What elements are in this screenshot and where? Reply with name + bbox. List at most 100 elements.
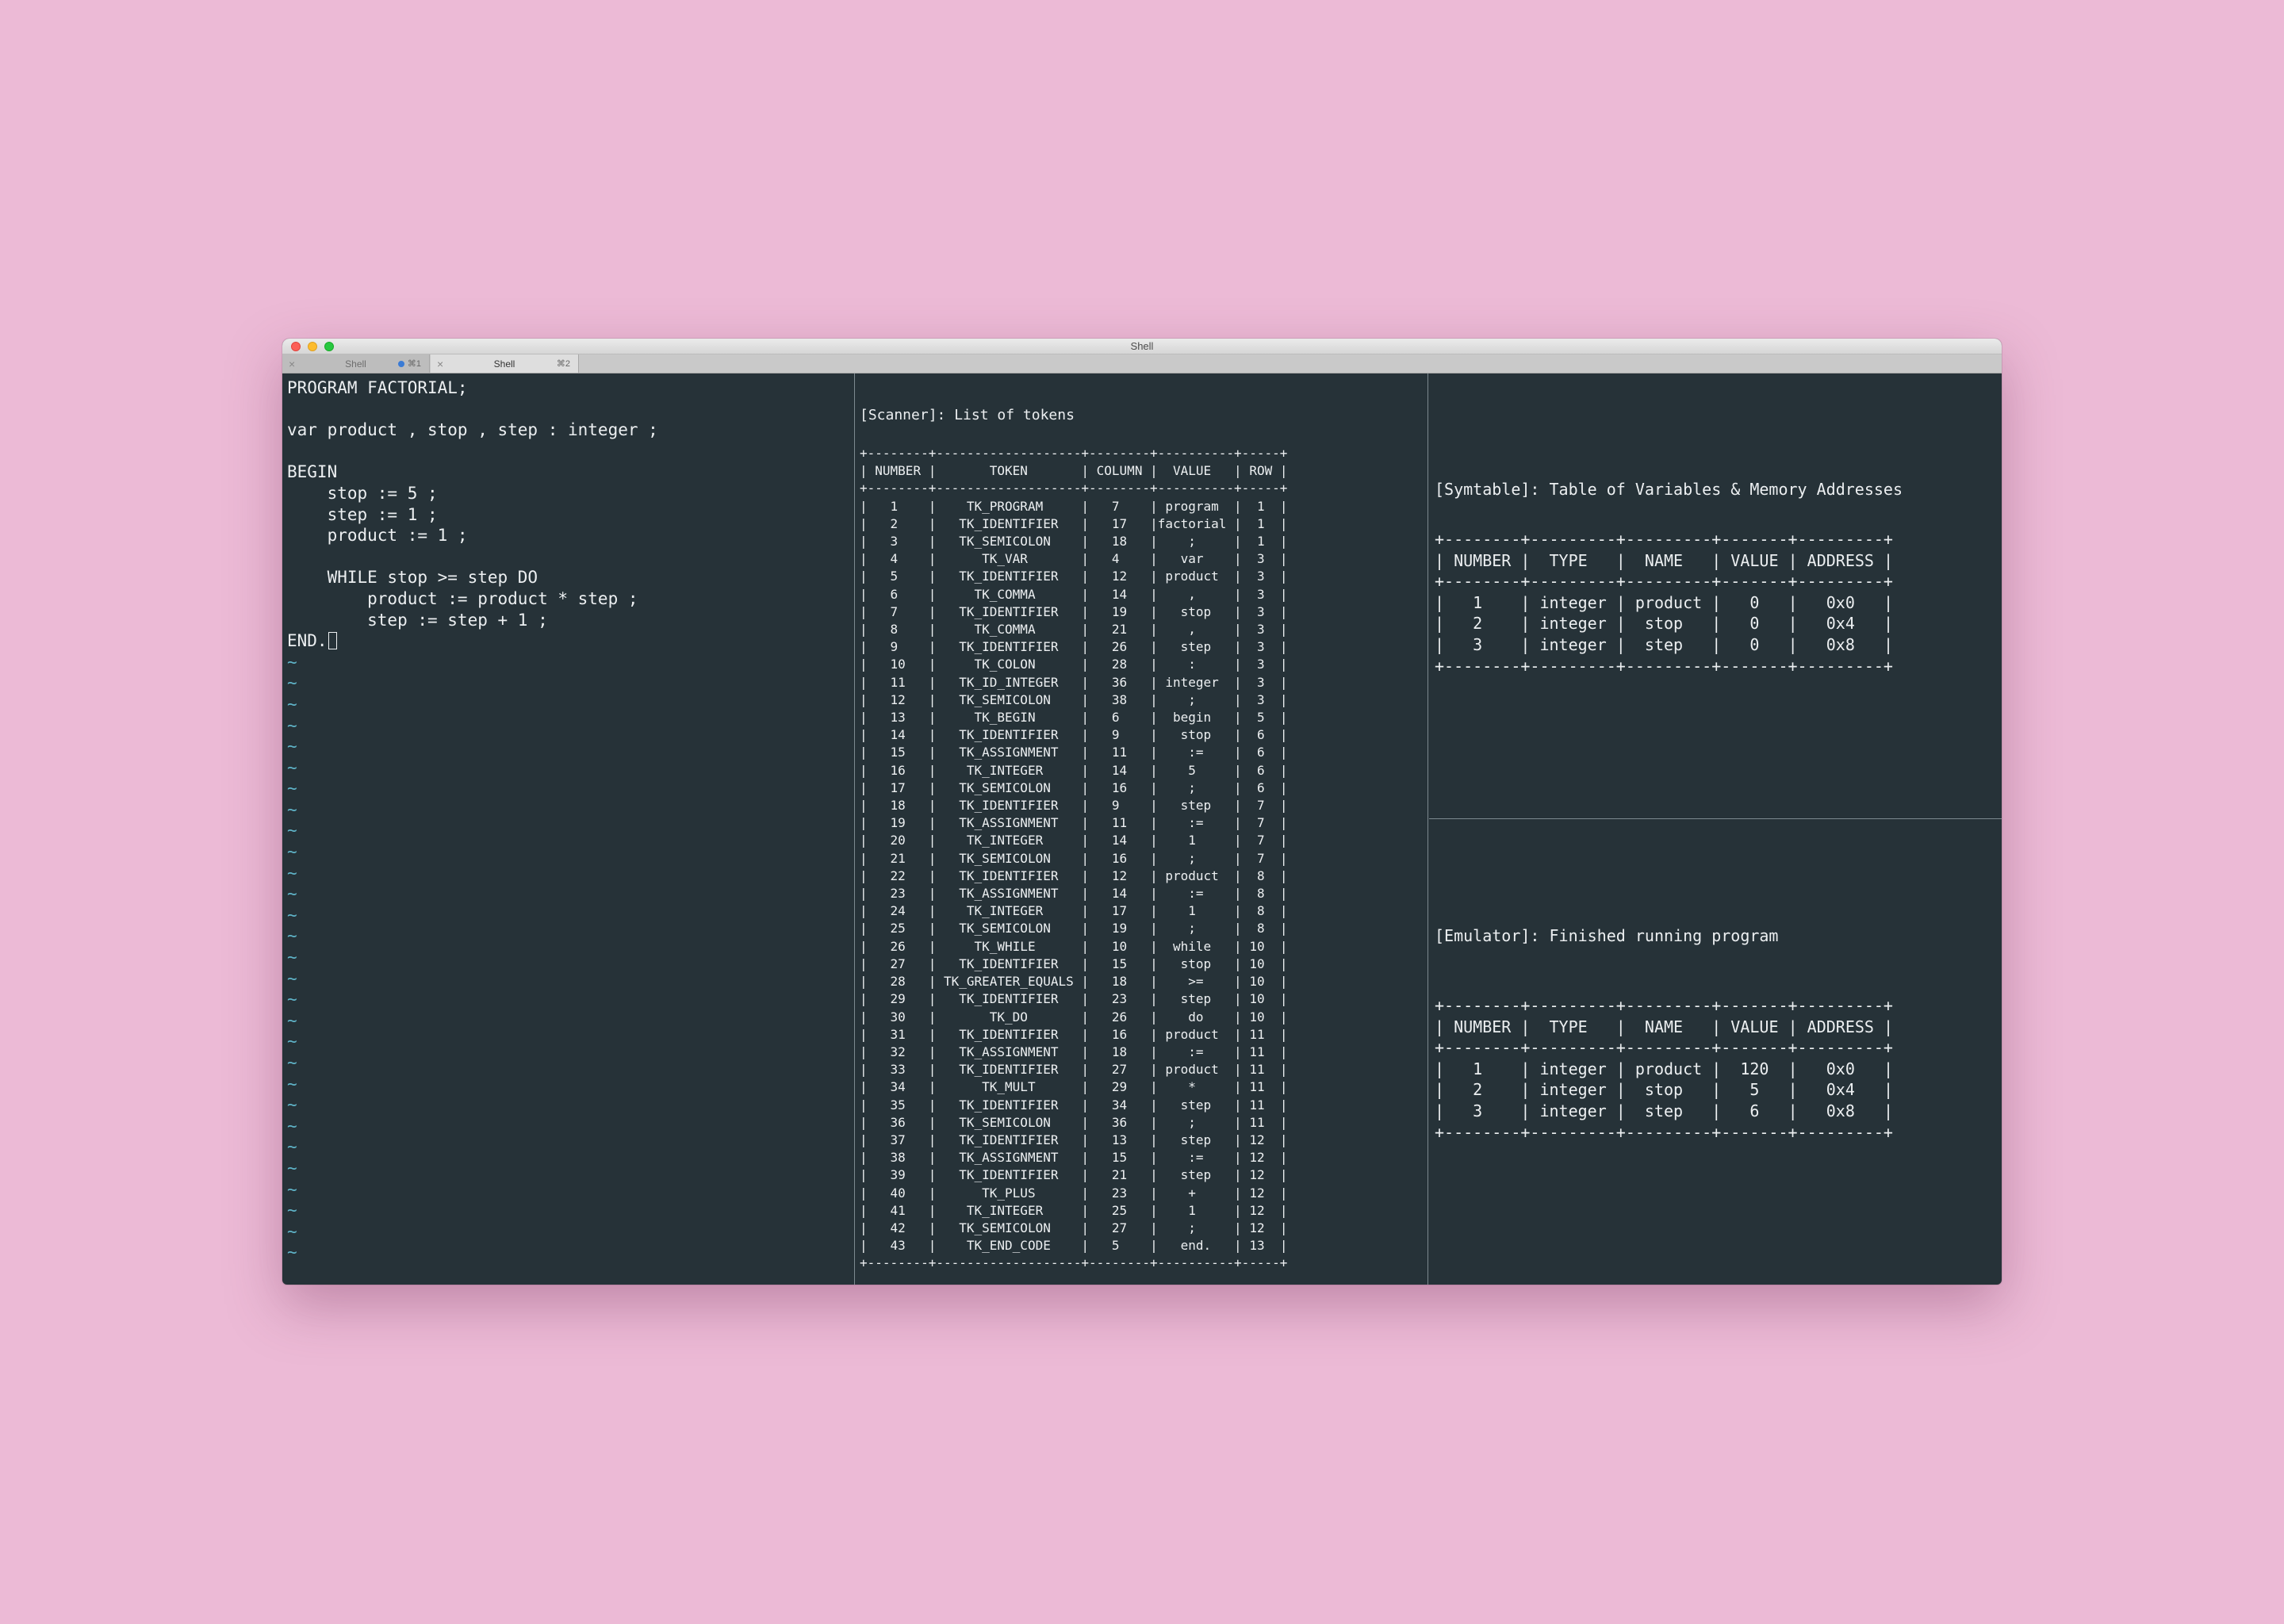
table-cell: 12 — [1241, 1220, 1280, 1235]
table-cell: 13 — [1241, 1238, 1280, 1254]
table-row: | 40 | TK_PLUS | 23 | + | 12 | — [860, 1185, 1288, 1201]
table-cell: 6 — [1241, 745, 1280, 760]
table-cell: TK_COLON — [936, 657, 1082, 672]
table-cell: 1 — [867, 498, 929, 514]
table-cell: TK_INTEGER — [936, 833, 1082, 848]
title-bar[interactable]: Shell — [282, 339, 2002, 354]
table-cell: factorial — [1157, 515, 1235, 531]
empty-line-marker: ~ — [287, 779, 297, 799]
table-cell: 0x8 — [1797, 1101, 1884, 1120]
table-cell: integer — [1530, 634, 1616, 654]
column-header: NUMBER — [867, 463, 929, 479]
empty-line-marker: ~ — [287, 757, 297, 777]
table-cell: 3 — [1241, 569, 1280, 584]
table-cell: 41 — [867, 1202, 929, 1218]
table-cell: 28 — [867, 974, 929, 990]
table-cell: 120 — [1721, 1059, 1788, 1078]
empty-line-marker: ~ — [287, 1179, 297, 1199]
table-cell: 6 — [1089, 710, 1151, 726]
table-cell: ; — [1157, 779, 1235, 795]
table-cell: 34 — [867, 1079, 929, 1095]
empty-line-marker: ~ — [287, 1137, 297, 1157]
tab-shell-2[interactable]: × Shell ⌘2 — [431, 354, 579, 373]
code-line: step := step + 1 ; — [287, 610, 548, 630]
table-cell: 23 — [1089, 1185, 1151, 1201]
table-cell: := — [1157, 1044, 1235, 1059]
table-row: | 42 | TK_SEMICOLON | 27 | ; | 12 | — [860, 1220, 1288, 1235]
table-cell: 5 — [1157, 762, 1235, 778]
column-header: ADDRESS — [1797, 550, 1884, 570]
table-cell: 12 — [1241, 1150, 1280, 1166]
table-cell: 40 — [867, 1185, 929, 1201]
table-border: +--------+-------------------+--------+-… — [860, 1255, 1288, 1271]
table-row: | 26 | TK_WHILE | 10 | while | 10 | — [860, 938, 1288, 954]
table-cell: 5 — [1721, 1080, 1788, 1100]
table-cell: TK_VAR — [936, 551, 1082, 567]
empty-line-marker: ~ — [287, 737, 297, 756]
table-cell: 32 — [867, 1044, 929, 1059]
table-cell: TK_SEMICOLON — [936, 850, 1082, 866]
table-cell: stop — [1157, 956, 1235, 971]
empty-line-marker: ~ — [287, 1074, 297, 1094]
table-cell: 0 — [1721, 614, 1788, 634]
pane-divider[interactable] — [1429, 818, 2002, 819]
table-cell: TK_IDENTIFIER — [936, 1026, 1082, 1042]
table-cell: TK_INTEGER — [936, 903, 1082, 919]
table-cell: 3 — [867, 534, 929, 550]
empty-line-marker: ~ — [287, 1221, 297, 1241]
empty-line-marker: ~ — [287, 694, 297, 714]
table-row: | 31 | TK_IDENTIFIER | 16 | product | 11… — [860, 1026, 1288, 1042]
empty-line-marker: ~ — [287, 948, 297, 967]
editor-text[interactable]: PROGRAM FACTORIAL; var product , stop , … — [287, 377, 658, 1263]
table-cell: stop — [1157, 603, 1235, 619]
table-cell: 11 — [1089, 815, 1151, 831]
table-cell: 0x8 — [1797, 634, 1884, 654]
table-row: | 1 | TK_PROGRAM | 7 | program | 1 | — [860, 498, 1288, 514]
table-cell: TK_IDENTIFIER — [936, 1097, 1082, 1113]
table-header-row: | NUMBER | TYPE | NAME | VALUE | ADDRESS… — [1435, 1017, 1894, 1036]
table-cell: TK_MULT — [936, 1079, 1082, 1095]
table-cell: TK_IDENTIFIER — [936, 569, 1082, 584]
table-cell: 1 — [1444, 1059, 1521, 1078]
table-row: | 33 | TK_IDENTIFIER | 27 | product | 11… — [860, 1062, 1288, 1078]
table-cell: 36 — [867, 1114, 929, 1130]
table-cell: 12 — [867, 691, 929, 707]
editor-pane[interactable]: PROGRAM FACTORIAL; var product , stop , … — [282, 373, 855, 1285]
table-cell: TK_COMMA — [936, 622, 1082, 638]
code-line: WHILE stop >= step DO — [287, 568, 538, 588]
table-cell: var — [1157, 551, 1235, 567]
tab-shell-1[interactable]: × Shell ⌘1 — [282, 354, 430, 373]
table-cell: end. — [1157, 1238, 1235, 1254]
tab-shortcut: ⌘2 — [556, 359, 570, 369]
table-cell: 21 — [1089, 622, 1151, 638]
table-cell: 4 — [1089, 551, 1151, 567]
output-pane[interactable]: [Symtable]: Table of Variables & Memory … — [1429, 373, 2002, 1285]
table-row: | 41 | TK_INTEGER | 25 | 1 | 12 | — [860, 1202, 1288, 1218]
table-cell: product — [1157, 569, 1235, 584]
scanner-pane[interactable]: [Scanner]: List of tokens +--------+----… — [856, 373, 1428, 1285]
table-cell: 34 — [1089, 1097, 1151, 1113]
table-cell: 24 — [867, 903, 929, 919]
table-cell: 29 — [867, 991, 929, 1007]
table-cell: integer — [1530, 1101, 1616, 1120]
table-cell: step — [1157, 639, 1235, 655]
symtable-title: [Symtable]: Table of Variables & Memory … — [1435, 480, 1903, 499]
table-cell: 16 — [867, 762, 929, 778]
table-row: | 36 | TK_SEMICOLON | 36 | ; | 11 | — [860, 1114, 1288, 1130]
table-cell: 38 — [1089, 691, 1151, 707]
table-cell: 26 — [1089, 1009, 1151, 1025]
table-row: | 4 | TK_VAR | 4 | var | 3 | — [860, 551, 1288, 567]
table-cell: 1 — [1241, 498, 1280, 514]
table-cell: TK_COMMA — [936, 586, 1082, 602]
table-cell: 14 — [1089, 833, 1151, 848]
table-cell: 23 — [867, 886, 929, 902]
table-row: | 38 | TK_ASSIGNMENT | 15 | := | 12 | — [860, 1150, 1288, 1166]
table-row: | 35 | TK_IDENTIFIER | 34 | step | 11 | — [860, 1097, 1288, 1113]
table-border: +--------+---------+---------+-------+--… — [1435, 1122, 1893, 1142]
table-cell: 5 — [867, 569, 929, 584]
table-cell: 8 — [1241, 868, 1280, 883]
table-cell: step — [1157, 1132, 1235, 1147]
table-row: | 28 | TK_GREATER_EQUALS | 18 | >= | 10 … — [860, 974, 1288, 990]
text-cursor — [328, 632, 337, 650]
table-cell: 6 — [1241, 727, 1280, 743]
